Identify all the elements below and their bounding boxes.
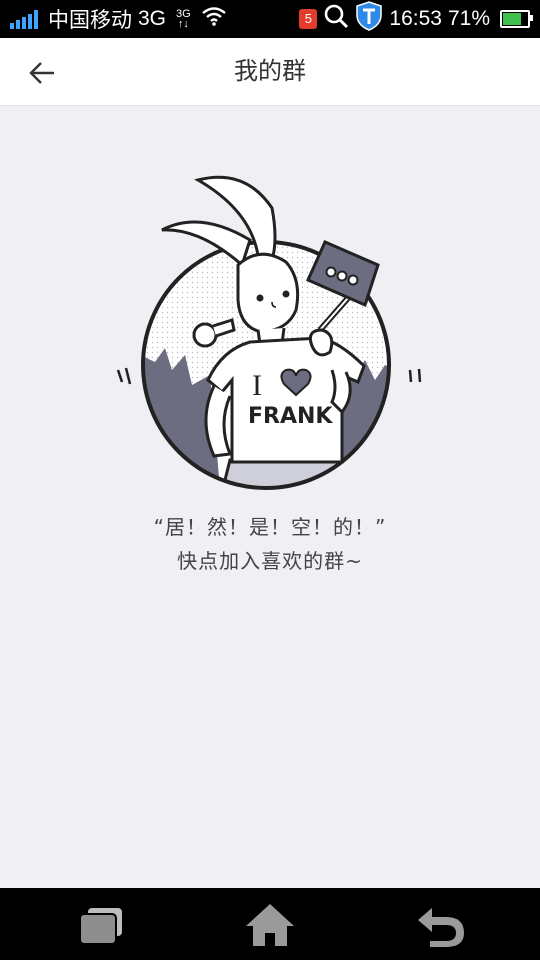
data-activity-icon: 3G ↑↓ xyxy=(176,8,191,30)
shield-icon xyxy=(355,1,383,37)
battery-percent: 71% xyxy=(447,7,490,30)
clock-time: 16:53 xyxy=(389,7,442,30)
title-bar: 我的群 xyxy=(0,38,540,106)
recent-apps-button[interactable] xyxy=(72,900,132,950)
carrier-name: 中国移动 xyxy=(48,9,132,32)
system-back-button[interactable] xyxy=(410,900,470,950)
navigation-bar xyxy=(0,888,540,960)
empty-message-subtitle: 快点加入喜欢的群~ xyxy=(177,549,363,573)
empty-message-title: “居！然！是！空！的！” xyxy=(153,515,387,539)
recent-apps-icon xyxy=(79,908,122,945)
home-icon xyxy=(246,904,294,946)
back-icon xyxy=(418,908,464,947)
notification-badge: 5 xyxy=(299,9,318,29)
home-button[interactable] xyxy=(240,900,300,950)
search-icon xyxy=(323,3,349,35)
status-bar: 中国移动 3G 3G ↑↓ 5 16:53 71% xyxy=(0,0,540,38)
svg-text:I: I xyxy=(252,369,262,402)
page-title: 我的群 xyxy=(234,57,306,85)
wifi-icon xyxy=(201,6,227,32)
svg-text:FRANK: FRANK xyxy=(248,404,333,429)
battery-icon xyxy=(500,10,533,28)
empty-state-illustration: I FRANK xyxy=(110,170,430,500)
network-type: 3G xyxy=(138,7,167,30)
signal-icon xyxy=(10,9,38,29)
